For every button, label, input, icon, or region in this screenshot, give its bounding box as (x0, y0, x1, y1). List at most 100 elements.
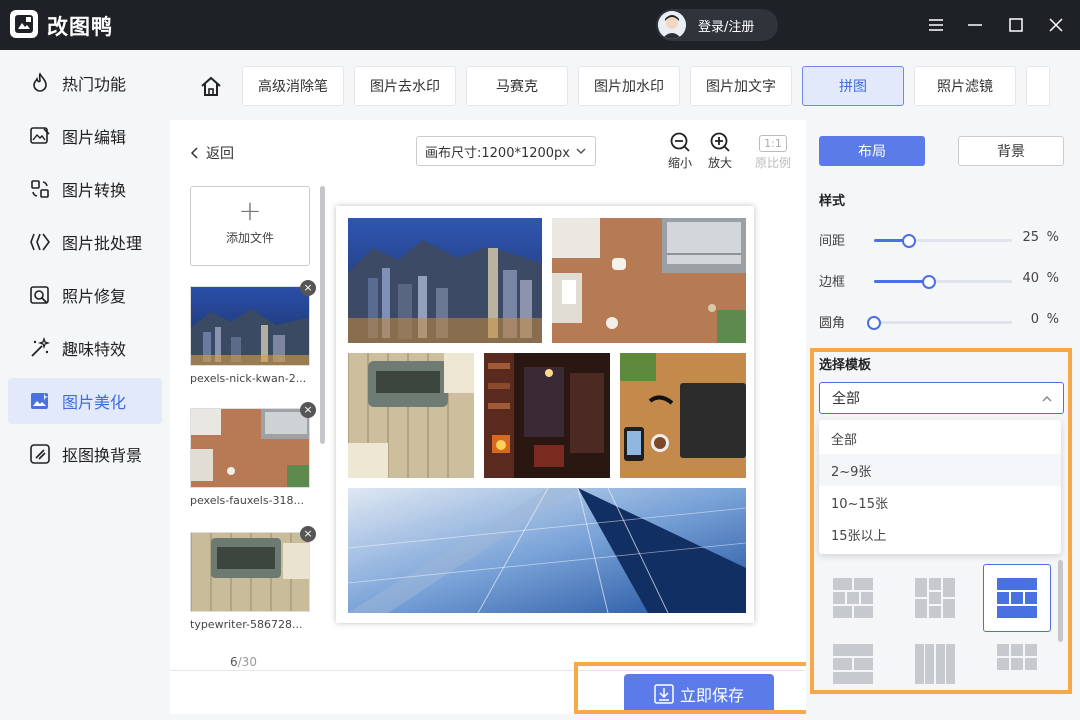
sidebar-item-hot[interactable]: 热门功能 (8, 60, 162, 106)
cutout-icon (28, 442, 52, 466)
file-item[interactable]: pexels-fauxels-318... × (190, 402, 316, 507)
home-icon[interactable] (196, 72, 226, 102)
sidebar-item-edit[interactable]: 图片编辑 (8, 113, 162, 159)
slider-track[interactable] (867, 316, 1012, 330)
sidebar-item-label: 趣味特效 (62, 340, 127, 359)
close-icon[interactable] (1045, 14, 1067, 36)
file-thumbnail (190, 286, 310, 366)
title-bar: 改图鸭 登录/注册 (0, 0, 1080, 50)
tab-remove-watermark[interactable]: 图片去水印 (354, 66, 456, 106)
slider-label: 圆角 (819, 316, 846, 331)
login-label: 登录/注册 (698, 19, 755, 35)
corner-radius-slider[interactable]: 圆角 0 % (819, 312, 1059, 332)
convert-icon (28, 177, 52, 201)
sidebar-item-cutout[interactable]: 抠图换背景 (8, 431, 162, 477)
slider-unit: % (1046, 312, 1059, 327)
back-label: 返回 (206, 146, 234, 162)
file-item[interactable]: typewriter-586728... × (190, 526, 316, 631)
tab-more[interactable] (1026, 66, 1050, 106)
add-file-label: 添加文件 (225, 231, 274, 245)
zoom-in-label: 放大 (707, 156, 732, 170)
sidebar-item-effects[interactable]: 趣味特效 (8, 325, 162, 371)
zoom-in-button[interactable]: 放大 (700, 130, 740, 178)
sidebar-item-beautify[interactable]: 图片美化 (8, 378, 162, 424)
slider-thumb[interactable] (922, 275, 937, 289)
save-highlight-box (574, 662, 812, 714)
sidebar-item-label: 图片转换 (62, 181, 127, 200)
style-section-title: 样式 (819, 194, 846, 209)
spacing-slider[interactable]: 间距 25 % (819, 230, 1059, 250)
slider-thumb[interactable] (901, 234, 916, 248)
file-name: pexels-nick-kwan-2... (190, 372, 307, 385)
sidebar-item-label: 图片美化 (62, 393, 127, 412)
remove-file-icon[interactable]: × (300, 280, 316, 296)
tab-add-text[interactable]: 图片加文字 (690, 66, 792, 106)
app-logo-icon (10, 10, 38, 38)
remove-file-icon[interactable]: × (300, 402, 316, 418)
template-highlight-box (810, 348, 1072, 694)
slider-label: 间距 (819, 234, 846, 249)
app-title: 改图鸭 (47, 15, 113, 39)
sidebar-item-batch[interactable]: 图片批处理 (8, 219, 162, 265)
tab-mosaic[interactable]: 马赛克 (466, 66, 568, 106)
sidebar-item-label: 图片编辑 (62, 128, 127, 147)
sidebar-item-label: 抠图换背景 (62, 446, 143, 465)
add-file-button[interactable]: + 添加文件 (190, 186, 310, 266)
file-count: 6/30 (230, 655, 257, 669)
minimize-icon[interactable] (964, 14, 986, 36)
sidebar-item-label: 热门功能 (62, 75, 127, 94)
tab-collage[interactable]: 拼图 (802, 66, 904, 106)
sidebar-item-label: 图片批处理 (62, 234, 143, 253)
collage-cell-workspace[interactable] (620, 353, 746, 478)
batch-icon (28, 230, 52, 254)
tab-photo-filter[interactable]: 照片滤镜 (914, 66, 1016, 106)
original-ratio-label: 原比例 (754, 156, 791, 170)
menu-icon[interactable] (925, 14, 947, 36)
image-edit-icon (28, 124, 52, 148)
collage-cell-desk[interactable] (552, 218, 746, 343)
file-name: pexels-fauxels-318... (190, 494, 305, 507)
border-slider[interactable]: 边框 40 % (819, 271, 1059, 291)
slider-value: 25 (1022, 230, 1039, 245)
slider-value: 40 (1022, 271, 1039, 286)
collage-preview[interactable] (336, 206, 754, 623)
slider-track[interactable] (874, 234, 1012, 248)
flame-icon (28, 71, 52, 95)
chevron-left-icon (190, 147, 198, 159)
canvas-size-value: 画布尺寸:1200*1200px (425, 145, 570, 161)
login-button[interactable]: 登录/注册 (656, 9, 778, 41)
zoom-out-button[interactable]: 缩小 (660, 130, 700, 178)
file-name: typewriter-586728... (190, 618, 303, 631)
collage-cell-building[interactable] (348, 488, 746, 613)
maximize-icon[interactable] (1005, 14, 1027, 36)
slider-thumb[interactable] (867, 316, 881, 330)
tab-background[interactable]: 背景 (958, 136, 1064, 166)
zoom-out-label: 缩小 (667, 156, 692, 170)
slider-label: 边框 (819, 275, 846, 290)
sidebar: 热门功能 图片编辑 图片转换 图片批处理 照片修复 趣味特效 图片美化 抠图换背… (8, 50, 170, 714)
remove-file-icon[interactable]: × (300, 526, 316, 542)
magic-wand-icon (28, 336, 52, 360)
canvas-size-select[interactable]: 画布尺寸:1200*1200px (416, 136, 596, 166)
sidebar-item-repair[interactable]: 照片修复 (8, 272, 162, 318)
tab-add-watermark[interactable]: 图片加水印 (578, 66, 680, 106)
zoom-out-icon (660, 130, 700, 154)
back-button[interactable]: 返回 (188, 143, 234, 163)
slider-unit: % (1046, 230, 1059, 245)
slider-track[interactable] (874, 275, 1012, 289)
collage-cell-typewriter[interactable] (348, 353, 474, 478)
beautify-icon (28, 389, 52, 413)
photo-repair-icon (28, 283, 52, 307)
slider-value: 0 (1030, 312, 1039, 327)
original-ratio-button[interactable]: 1:1 原比例 (750, 130, 796, 178)
file-thumbnail (190, 408, 310, 488)
tab-layout[interactable]: 布局 (819, 136, 925, 166)
plus-icon: + (238, 194, 262, 227)
collage-cell-city[interactable] (348, 218, 542, 343)
tab-advanced-eraser[interactable]: 高级消除笔 (242, 66, 344, 106)
sidebar-item-label: 照片修复 (62, 287, 127, 306)
file-item[interactable]: pexels-nick-kwan-2... × (190, 280, 316, 385)
collage-cell-library[interactable] (484, 353, 610, 478)
sidebar-item-convert[interactable]: 图片转换 (8, 166, 162, 212)
file-list-scrollbar[interactable] (320, 186, 325, 444)
